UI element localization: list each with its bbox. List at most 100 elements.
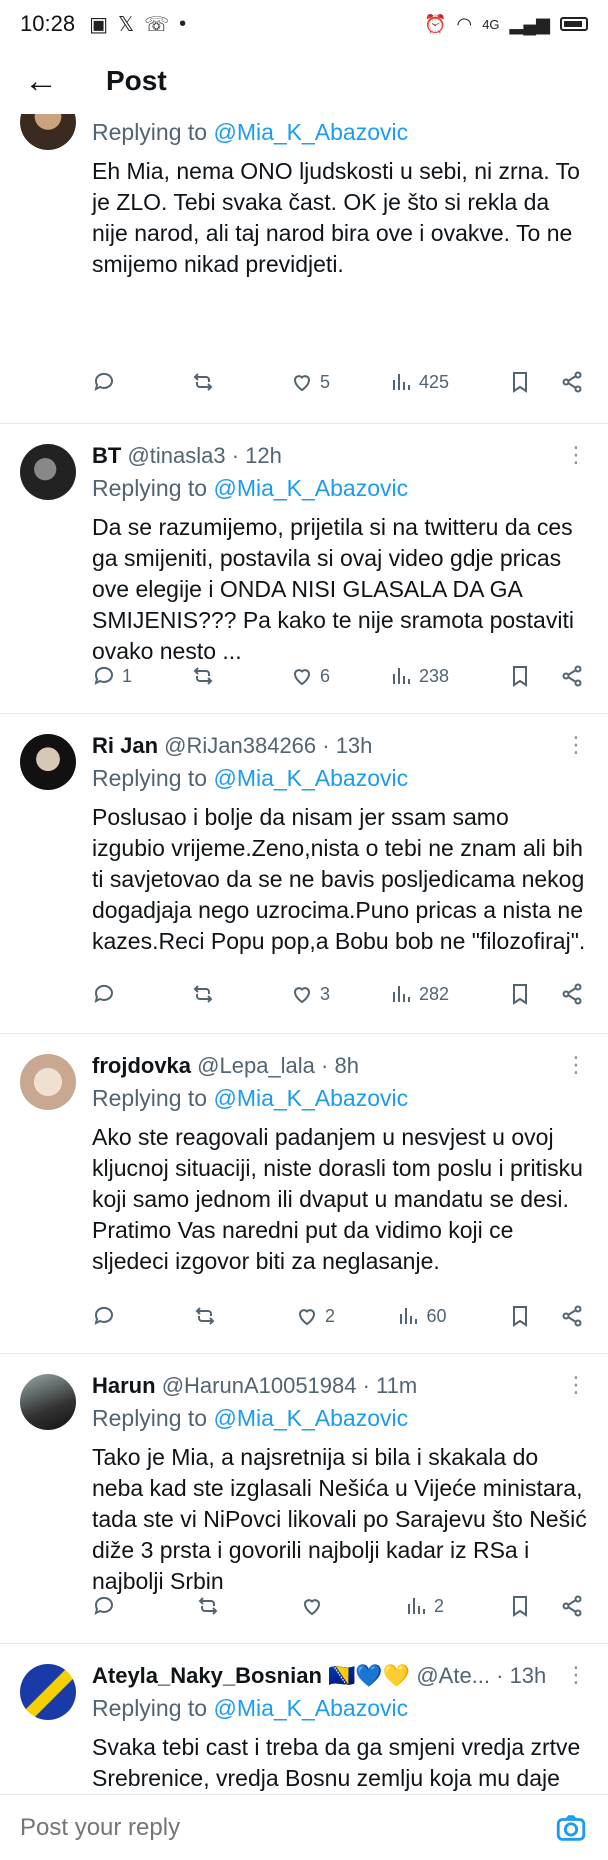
view-count: 2 — [433, 1595, 444, 1616]
bookmark-button[interactable] — [508, 370, 532, 394]
reply-input[interactable] — [20, 1813, 554, 1842]
reply-icon — [94, 984, 113, 1003]
bookmark-button[interactable] — [508, 664, 532, 688]
repost-icon — [193, 985, 213, 1003]
tweet-text: Svaka tebi cast i treba da ga smjeni vre… — [92, 1734, 581, 1791]
share-button[interactable] — [560, 1304, 584, 1328]
repost-button[interactable] — [196, 1594, 236, 1618]
x-app-icon: 𝕏 — [117, 13, 135, 36]
author-name[interactable]: Harun — [92, 1373, 156, 1398]
tweet[interactable]: ⋮ Harun @HarunA10051984 · 11m Replying t… — [0, 1354, 608, 1644]
top-bar: ← Post — [0, 48, 608, 114]
share-icon — [562, 371, 582, 393]
repost-button[interactable] — [191, 982, 231, 1006]
reply-mention-link[interactable]: @Mia_K_Abazovic — [213, 119, 408, 145]
like-button[interactable] — [300, 1594, 340, 1618]
share-button[interactable] — [560, 370, 584, 394]
like-button[interactable]: 5 — [290, 370, 330, 394]
reply-button[interactable] — [92, 370, 132, 394]
like-count: 2 — [324, 1305, 335, 1326]
share-icon — [562, 1305, 582, 1327]
tweet[interactable]: ⋮ Ateyla_Naky_Bosnian 🇧🇦💙💛 @Ate... · 13h… — [0, 1644, 608, 1794]
wifi-icon: ◠ — [456, 13, 473, 34]
tweet[interactable]: ⋮ frojdovka @Lepa_lala · 8h Replying to … — [0, 1034, 608, 1354]
camera-icon[interactable] — [554, 1811, 588, 1845]
tweet-text: Da se razumijemo, prijetila si na twitte… — [92, 514, 574, 664]
reply-button[interactable] — [92, 982, 132, 1006]
reply-feed[interactable]: Replying to @Mia_K_Abazovic Eh Mia, nema… — [0, 114, 608, 1794]
gallery-icon: ▣ — [89, 13, 108, 36]
avatar[interactable] — [20, 114, 76, 150]
avatar[interactable] — [20, 734, 76, 790]
share-button[interactable] — [560, 1594, 584, 1618]
repost-button[interactable] — [193, 1304, 233, 1328]
reply-icon — [94, 372, 113, 391]
status-notification-icons: ▣ 𝕏 ☏ • — [89, 12, 186, 37]
repost-button[interactable] — [191, 370, 231, 394]
signal-icon: ▂▄▆ — [509, 13, 550, 34]
author-name[interactable]: frojdovka — [92, 1053, 191, 1078]
author-handle[interactable]: @Ate... · 13h — [416, 1663, 546, 1688]
like-button[interactable]: 6 — [290, 664, 330, 688]
bookmark-icon — [513, 372, 527, 393]
reply-mention-link[interactable]: @Mia_K_Abazovic — [213, 475, 408, 501]
views-button[interactable]: 425 — [389, 370, 449, 394]
reply-mention-link[interactable]: @Mia_K_Abazovic — [213, 765, 408, 791]
share-button[interactable] — [560, 982, 584, 1006]
views-button[interactable]: 60 — [396, 1304, 447, 1328]
views-button[interactable]: 238 — [389, 664, 449, 688]
status-bar: 10:28 ▣ 𝕏 ☏ • ⏰ ◠ 4G ▂▄▆ — [0, 0, 608, 48]
share-button[interactable] — [560, 664, 584, 688]
repost-icon — [193, 373, 213, 391]
like-button[interactable]: 3 — [290, 982, 330, 1006]
like-icon — [293, 669, 310, 686]
bookmark-button[interactable] — [508, 1594, 532, 1618]
reply-icon — [94, 1306, 113, 1325]
name-emoji: 🇧🇦💙💛 — [328, 1663, 411, 1688]
avatar[interactable] — [20, 1374, 76, 1430]
bookmark-icon — [512, 1596, 527, 1617]
reply-mention-link[interactable]: @Mia_K_Abazovic — [213, 1405, 408, 1431]
author-handle[interactable]: @HarunA10051984 · 11m — [162, 1373, 418, 1398]
avatar[interactable] — [20, 444, 76, 500]
share-icon — [562, 1595, 582, 1617]
network-label: 4G — [482, 16, 500, 32]
reply-mention-link[interactable]: @Mia_K_Abazovic — [213, 1085, 408, 1111]
views-icon — [392, 986, 410, 1002]
view-count: 282 — [418, 983, 450, 1004]
like-icon — [293, 375, 310, 392]
views-button[interactable]: 2 — [404, 1594, 444, 1618]
bookmark-button[interactable] — [508, 982, 532, 1006]
avatar[interactable] — [20, 1664, 76, 1720]
back-arrow-icon[interactable]: ← — [24, 64, 64, 98]
author-name[interactable]: BT — [92, 443, 121, 468]
views-button[interactable]: 282 — [389, 982, 449, 1006]
tweet-text: Tako je Mia, a najsretnija si bila i ska… — [92, 1444, 587, 1594]
author-handle[interactable]: @RiJan384266 · 13h — [164, 733, 372, 758]
avatar[interactable] — [20, 1054, 76, 1110]
bookmark-button[interactable] — [508, 1304, 532, 1328]
bookmark-icon — [512, 666, 527, 687]
reply-button[interactable] — [92, 1594, 132, 1618]
replying-to: Replying to @Mia_K_Abazovic — [92, 765, 409, 791]
repost-button[interactable] — [191, 664, 231, 688]
views-icon — [400, 1308, 418, 1324]
tweet[interactable]: Replying to @Mia_K_Abazovic Eh Mia, nema… — [0, 114, 608, 424]
tweet-actions: 1 6 238 — [92, 660, 584, 692]
author-handle[interactable]: @Lepa_lala · 8h — [197, 1053, 359, 1078]
viber-icon: ☏ — [144, 13, 170, 36]
tweet-actions: 3 282 — [92, 978, 584, 1010]
repost-icon — [196, 1307, 215, 1325]
reply-bar — [0, 1794, 608, 1860]
status-time: 10:28 — [20, 11, 76, 36]
tweet-text: Ako ste reagovali padanjem u nesvjest u … — [92, 1124, 583, 1274]
reply-button[interactable] — [92, 1304, 132, 1328]
author-name[interactable]: Ateyla_Naky_Bosnian — [92, 1663, 322, 1688]
reply-button[interactable]: 1 — [92, 664, 132, 688]
tweet[interactable]: ⋮ Ri Jan @RiJan384266 · 13h Replying to … — [0, 714, 608, 1034]
author-name[interactable]: Ri Jan — [92, 733, 158, 758]
tweet[interactable]: ⋮ BT @tinasla3 · 12h Replying to @Mia_K_… — [0, 424, 608, 714]
author-handle[interactable]: @tinasla3 · 12h — [127, 443, 281, 468]
like-button[interactable]: 2 — [295, 1304, 335, 1328]
reply-mention-link[interactable]: @Mia_K_Abazovic — [213, 1695, 408, 1721]
